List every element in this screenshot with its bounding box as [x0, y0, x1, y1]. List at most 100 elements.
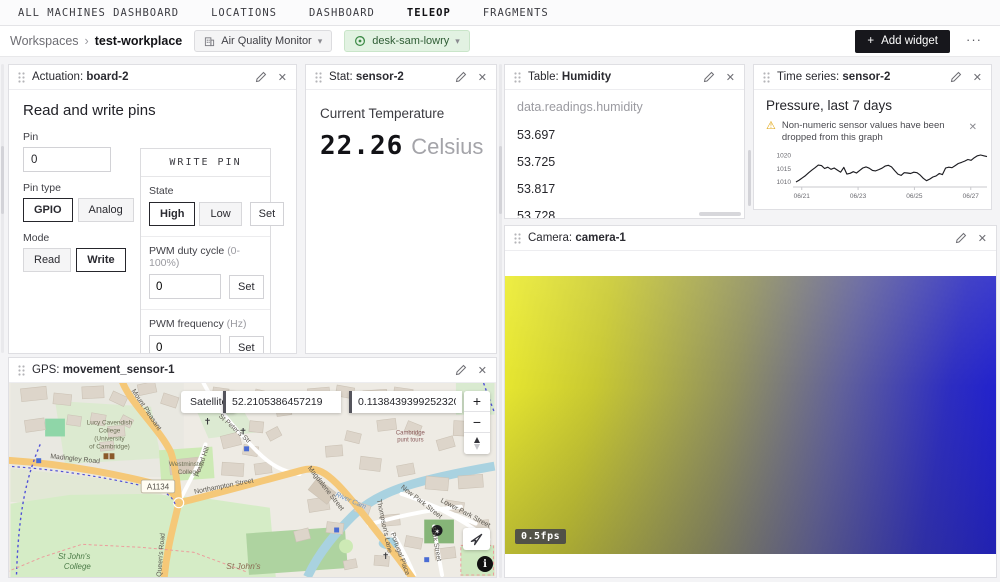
location-select[interactable]: Air Quality Monitor ▾ [194, 30, 332, 52]
toolbar: Workspaces › test-workplace Air Quality … [0, 26, 1000, 57]
top-nav: ALL MACHINES DASHBOARD LOCATIONS DASHBOA… [0, 0, 1000, 26]
nav-item-dashboard[interactable]: DASHBOARD [309, 7, 375, 19]
widget-timeseries: Time series: sensor-2 ✕ Pressure, last 7… [753, 64, 992, 210]
state-high-button[interactable]: High [149, 202, 195, 226]
svg-text:1015: 1015 [777, 165, 792, 172]
svg-text:✝: ✝ [204, 417, 211, 427]
svg-text:Cambridge: Cambridge [396, 430, 426, 436]
close-icon[interactable]: ✕ [274, 71, 287, 84]
warning-banner: ⚠ Non-numeric sensor values have been dr… [766, 120, 979, 145]
state-low-button[interactable]: Low [199, 202, 241, 226]
stat-label: Current Temperature [320, 106, 482, 121]
chevron-down-icon: ▾ [455, 36, 460, 47]
warning-icon: ⚠ [766, 120, 776, 133]
widget-title: GPS: movement_sensor-1 [32, 364, 448, 376]
widget-title: Stat: sensor-2 [329, 71, 448, 83]
attribution-info-icon[interactable]: i [477, 556, 493, 572]
pwm-freq-set-button[interactable]: Set [229, 336, 264, 355]
pwm-duty-set-button[interactable]: Set [229, 275, 264, 299]
svg-text:College: College [99, 427, 121, 434]
machine-select[interactable]: desk-sam-lowry ▾ [344, 30, 470, 52]
locate-button[interactable] [463, 528, 490, 550]
machine-select-label: desk-sam-lowry [372, 35, 449, 47]
svg-text:College: College [64, 562, 91, 571]
edit-pencil-icon[interactable] [455, 71, 467, 83]
drag-handle-icon[interactable] [18, 365, 25, 376]
pwm-duty-input[interactable] [149, 274, 221, 299]
drag-handle-icon[interactable] [514, 72, 521, 83]
nav-item-teleop[interactable]: TELEOP [407, 7, 451, 19]
zoom-in-button[interactable]: + [464, 391, 490, 412]
edit-pencil-icon[interactable] [455, 364, 467, 376]
pin-type-analog-button[interactable]: Analog [78, 198, 134, 222]
svg-text:1010: 1010 [777, 179, 792, 186]
warning-dismiss-icon[interactable]: ✕ [967, 120, 979, 135]
horizontal-scrollbar[interactable] [699, 212, 741, 216]
breadcrumb-separator: › [85, 34, 89, 48]
pwm-freq-input[interactable] [149, 335, 221, 354]
svg-text:punt tours: punt tours [397, 437, 423, 443]
pin-type-gpio-button[interactable]: GPIO [23, 198, 73, 222]
state-label: State [149, 185, 262, 197]
table-column-header: data.readings.humidity [505, 90, 744, 122]
write-pin-panel: WRITE PIN State High Low Set PWM duty cy… [140, 148, 271, 354]
map-poi-labels: Cambridge punt tours [396, 430, 426, 443]
drag-handle-icon[interactable] [514, 233, 521, 244]
table-row: 53.725 [505, 149, 744, 176]
fps-badge: 0.5fps [515, 529, 566, 544]
pin-input[interactable] [23, 147, 111, 172]
svg-text:06/27: 06/27 [963, 193, 980, 200]
close-icon[interactable]: ✕ [974, 232, 987, 245]
write-pin-title: WRITE PIN [141, 149, 270, 177]
svg-text:A1134: A1134 [147, 482, 170, 491]
nav-item-all-machines[interactable]: ALL MACHINES DASHBOARD [18, 7, 179, 19]
svg-text:1020: 1020 [777, 152, 792, 159]
drag-handle-icon[interactable] [763, 72, 770, 83]
scrollbar-thumb[interactable] [1, 146, 4, 214]
edit-pencil-icon[interactable] [255, 71, 267, 83]
scrollbar[interactable] [499, 64, 502, 578]
add-widget-button[interactable]: + Add widget [855, 30, 950, 53]
close-icon[interactable]: ✕ [474, 364, 487, 377]
drag-handle-icon[interactable] [18, 72, 25, 83]
svg-text:06/23: 06/23 [850, 193, 867, 200]
actuation-heading: Read and write pins [23, 102, 282, 119]
edit-pencil-icon[interactable] [950, 71, 962, 83]
camera-feed: 0.5fps [505, 276, 996, 554]
mode-write-button[interactable]: Write [76, 248, 125, 272]
widget-stat: Stat: sensor-2 ✕ Current Temperature 22.… [305, 64, 497, 354]
stat-value: 22.26 [320, 131, 403, 161]
scrollbar-thumb[interactable] [748, 150, 751, 206]
drag-handle-icon[interactable] [315, 72, 322, 83]
svg-text:Westminster: Westminster [169, 461, 205, 468]
close-icon[interactable]: ✕ [474, 71, 487, 84]
state-set-button[interactable]: Set [250, 202, 285, 226]
widget-table: Table: Humidity ✕ data.readings.humidity… [504, 64, 745, 219]
widget-actuation: Actuation: board-2 ✕ Read and write pins… [8, 64, 297, 354]
widget-title: Time series: sensor-2 [777, 71, 943, 83]
close-icon[interactable]: ✕ [722, 71, 735, 84]
map-canvas[interactable]: A1134 ✝✝✝ ✶ Madingley Road Mount Pleasan… [9, 383, 496, 577]
svg-text:06/25: 06/25 [906, 193, 923, 200]
compass-button[interactable] [464, 433, 490, 454]
edit-pencil-icon[interactable] [703, 71, 715, 83]
nav-item-locations[interactable]: LOCATIONS [211, 7, 277, 19]
breadcrumb-current-workspace: test-workplace [95, 34, 183, 48]
machine-status-icon [354, 35, 366, 47]
edit-pencil-icon[interactable] [955, 232, 967, 244]
overflow-menu-button[interactable]: ··· [962, 32, 990, 51]
breadcrumb-workspaces[interactable]: Workspaces [10, 34, 79, 48]
svg-text:(University: (University [94, 435, 125, 442]
zoom-out-button[interactable]: − [464, 412, 490, 433]
nav-item-fragments[interactable]: FRAGMENTS [483, 7, 549, 19]
mode-read-button[interactable]: Read [23, 248, 71, 272]
map-college-labels: St John's College [58, 552, 91, 571]
pwm-duty-label: PWM duty cycle (0-100%) [149, 245, 262, 269]
scrollbar-thumb[interactable] [499, 146, 502, 214]
warning-text: Non-numeric sensor values have been drop… [782, 120, 947, 145]
longitude-input[interactable] [349, 391, 462, 413]
latitude-input[interactable] [223, 391, 341, 413]
svg-text:St John's: St John's [226, 561, 261, 571]
close-icon[interactable]: ✕ [969, 71, 982, 84]
building-icon [204, 36, 215, 47]
